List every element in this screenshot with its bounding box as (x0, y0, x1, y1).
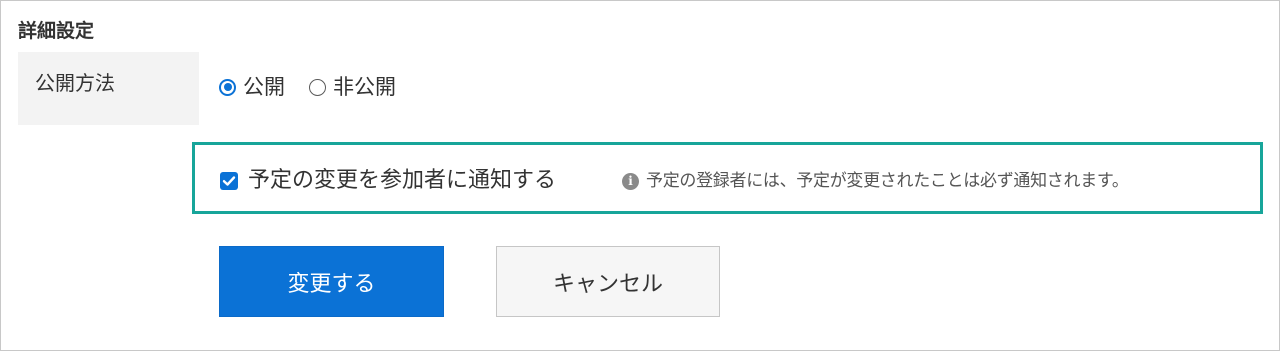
radio-private-indicator[interactable] (309, 78, 326, 96)
submit-button[interactable]: 変更する (219, 246, 444, 317)
radio-private[interactable]: 非公開 (309, 74, 396, 100)
notify-note-text: 予定の登録者には、予定が変更されたことは必ず通知されます。 (646, 171, 1129, 191)
visibility-label-cell: 公開方法 (18, 52, 199, 125)
info-icon: i (622, 172, 639, 190)
notify-note: i 予定の登録者には、予定が変更されたことは必ず通知されます。 (622, 170, 1129, 192)
notify-highlight-box: 予定の変更を参加者に通知する i 予定の登録者には、予定が変更されたことは必ず通… (192, 142, 1263, 214)
radio-public-indicator[interactable] (219, 78, 236, 96)
section-title: 詳細設定 (18, 20, 95, 42)
cancel-button[interactable]: キャンセル (496, 246, 720, 317)
visibility-radio-group: 公開 非公開 (219, 73, 420, 101)
settings-panel: 詳細設定 公開方法 公開 非公開 予定の変更を参加者に通知する i 予定の登録者… (0, 0, 1280, 351)
check-icon (222, 176, 236, 186)
radio-private-label: 非公開 (333, 75, 396, 99)
radio-public-label: 公開 (243, 75, 285, 99)
radio-public[interactable]: 公開 (219, 74, 285, 100)
notify-checkbox-label: 予定の変更を参加者に通知する (248, 168, 557, 193)
notify-checkbox[interactable] (220, 172, 238, 190)
visibility-label: 公開方法 (35, 71, 115, 95)
notify-checkbox-row[interactable]: 予定の変更を参加者に通知する (220, 167, 556, 195)
